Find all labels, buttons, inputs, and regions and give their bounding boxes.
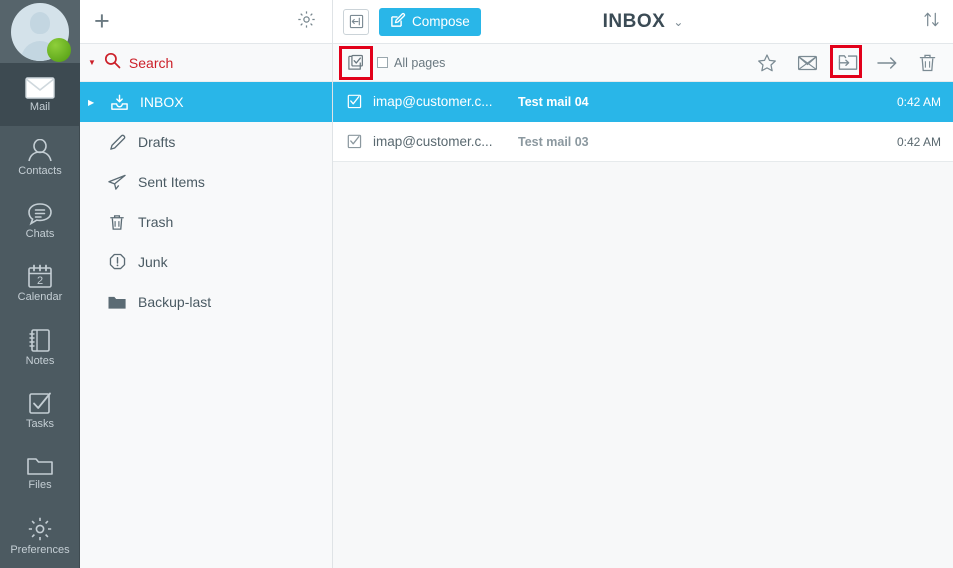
row-subject: Test mail 03 <box>518 134 589 149</box>
all-pages-label: All pages <box>394 55 446 70</box>
gear-icon[interactable] <box>297 10 316 34</box>
delete-trash-icon[interactable] <box>915 51 939 75</box>
notes-icon <box>27 328 53 353</box>
list-action-buttons <box>755 44 939 78</box>
rail-label-calendar: Calendar <box>17 291 63 304</box>
folder-item-backup-last[interactable]: Backup-last <box>80 282 332 322</box>
avatar-head <box>30 11 50 34</box>
flag-star-icon[interactable] <box>755 51 779 75</box>
folder-item-drafts[interactable]: Drafts <box>80 122 332 162</box>
mark-unread-icon[interactable] <box>795 51 819 75</box>
row-checkbox-icon[interactable] <box>347 94 373 110</box>
rail-item-contacts[interactable]: Contacts <box>0 126 80 189</box>
row-subject: Test mail 04 <box>518 94 589 109</box>
move-to-folder-icon[interactable] <box>830 44 862 78</box>
folder-label-inbox: INBOX <box>140 94 184 110</box>
folder-label-trash: Trash <box>138 214 174 230</box>
gear-icon <box>27 516 53 542</box>
checkbox-icon <box>377 57 388 68</box>
folder-item-trash[interactable]: Trash <box>80 202 332 242</box>
rail-item-mail[interactable]: Mail <box>0 63 80 127</box>
rail-item-files[interactable]: Files <box>0 442 80 505</box>
avatar[interactable] <box>11 2 71 62</box>
calendar-icon: 2 <box>27 264 53 289</box>
mail-list: imap@customer.c... Test mail 04 0:42 AM … <box>333 82 953 568</box>
mail-client-window: Mail Contacts Chats 2 Calendar Notes Tas… <box>0 0 953 568</box>
contacts-icon <box>26 138 54 163</box>
collapse-panel-icon[interactable] <box>343 8 369 35</box>
inbox-icon <box>108 93 130 112</box>
chats-icon <box>26 202 54 226</box>
presence-online-badge <box>47 37 71 62</box>
row-timestamp: 0:42 AM <box>896 94 941 109</box>
folder-pane-toolbar: + <box>80 0 332 44</box>
all-pages-checkbox[interactable]: All pages <box>377 56 445 70</box>
table-row[interactable]: imap@customer.c... Test mail 04 0:42 AM <box>333 82 953 122</box>
rail-item-preferences[interactable]: Preferences <box>0 505 80 568</box>
rail-label-tasks: Tasks <box>25 417 55 430</box>
sort-updown-icon[interactable] <box>922 10 941 34</box>
rail-item-notes[interactable]: Notes <box>0 316 80 379</box>
search-icon <box>104 52 121 74</box>
row-sender: imap@customer.c... <box>373 94 493 109</box>
app-rail: Mail Contacts Chats 2 Calendar Notes Tas… <box>0 0 80 568</box>
tasks-icon <box>27 391 53 416</box>
folder-label-sent-items: Sent Items <box>138 174 205 190</box>
rail-label-mail: Mail <box>29 100 51 113</box>
svg-text:2: 2 <box>37 275 43 287</box>
folder-label-junk: Junk <box>138 254 168 270</box>
row-checkbox-icon[interactable] <box>347 134 373 150</box>
folder-item-inbox[interactable]: ▶ INBOX <box>80 82 332 122</box>
rail-item-chats[interactable]: Chats <box>0 189 80 252</box>
select-all-checkbox-icon[interactable] <box>339 45 373 80</box>
mail-icon <box>25 76 55 99</box>
trash-icon <box>106 213 128 232</box>
folder-label-backup-last: Backup-last <box>138 294 212 310</box>
rail-label-preferences: Preferences <box>10 544 70 557</box>
folder-icon <box>106 294 128 311</box>
files-icon <box>26 455 54 477</box>
paper-plane-icon <box>106 173 128 192</box>
list-toolbar: All pages <box>333 44 953 82</box>
chevron-right-icon[interactable]: ▶ <box>88 98 98 107</box>
folder-item-junk[interactable]: Junk <box>80 242 332 282</box>
folder-label-drafts: Drafts <box>138 134 176 150</box>
page-title: INBOX <box>602 11 666 32</box>
chevron-down-icon[interactable]: ⌄ <box>673 15 683 29</box>
rail-label-chats: Chats <box>25 227 55 240</box>
rail-label-contacts: Contacts <box>18 164 62 177</box>
main-panel: Compose INBOX ⌄ All pages imap@customer.… <box>333 0 953 568</box>
table-row[interactable]: imap@customer.c... Test mail 03 0:42 AM <box>333 122 953 162</box>
row-sender: imap@customer.c... <box>373 134 493 149</box>
rail-item-calendar[interactable]: 2 Calendar <box>0 252 80 315</box>
rail-label-files: Files <box>28 479 52 492</box>
chevron-down-icon: ▼ <box>88 58 96 67</box>
plus-icon[interactable]: + <box>94 8 110 35</box>
search-label: Search <box>128 54 174 71</box>
compose-label: Compose <box>412 14 470 29</box>
folder-pane: + ▼ Search ▶ INBOX Drafts Sent Items Tra… <box>80 0 333 568</box>
avatar-container[interactable] <box>0 0 80 64</box>
exclamation-octagon-icon <box>106 253 128 272</box>
folder-item-sent[interactable]: Sent Items <box>80 162 332 202</box>
forward-arrow-icon[interactable] <box>875 51 899 75</box>
rail-item-tasks[interactable]: Tasks <box>0 379 80 442</box>
compose-button[interactable]: Compose <box>379 7 481 36</box>
rail-label-notes: Notes <box>25 354 55 367</box>
search-row[interactable]: ▼ Search <box>80 44 332 82</box>
row-timestamp: 0:42 AM <box>896 134 941 149</box>
compose-icon <box>390 12 406 31</box>
pencil-icon <box>106 133 128 152</box>
main-toolbar: Compose INBOX ⌄ <box>333 0 953 44</box>
